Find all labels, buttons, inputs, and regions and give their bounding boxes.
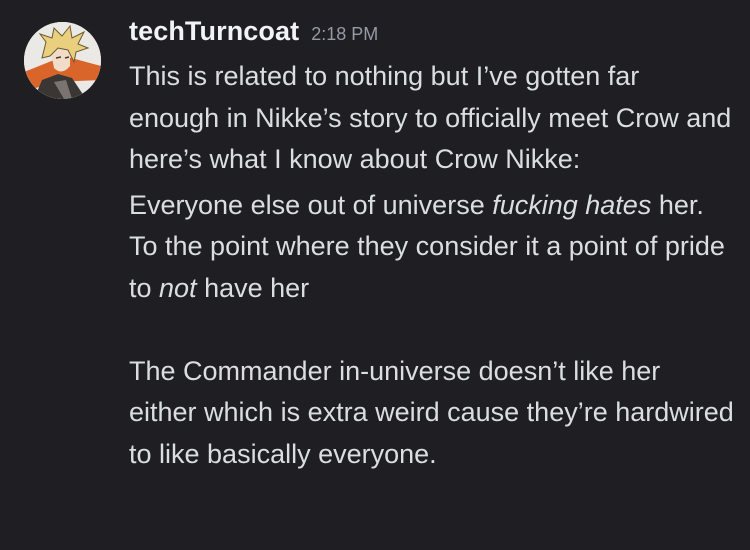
paragraph-2-emphasis-2: not [159, 272, 197, 303]
chat-message: techTurncoat 2:18 PM This is related to … [0, 0, 750, 550]
message-timestamp[interactable]: 2:18 PM [311, 24, 378, 45]
paragraph-2-text-3: have her [196, 272, 310, 303]
message-content: techTurncoat 2:18 PM This is related to … [129, 16, 734, 475]
message-paragraph-3: The Commander in-universe doesn’t like h… [129, 355, 734, 469]
message-paragraph-1: This is related to nothing but I’ve gott… [129, 61, 732, 174]
line-break [129, 309, 734, 351]
anime-character-avatar-icon [24, 22, 101, 99]
message-paragraph-2: Everyone else out of universe fucking ha… [129, 185, 734, 310]
paragraph-2-text-1: Everyone else out of universe [129, 189, 493, 220]
paragraph-2-emphasis-1: fucking hates [492, 189, 652, 220]
username[interactable]: techTurncoat [129, 16, 299, 47]
message-header: techTurncoat 2:18 PM [129, 16, 734, 56]
user-avatar[interactable] [24, 22, 101, 99]
